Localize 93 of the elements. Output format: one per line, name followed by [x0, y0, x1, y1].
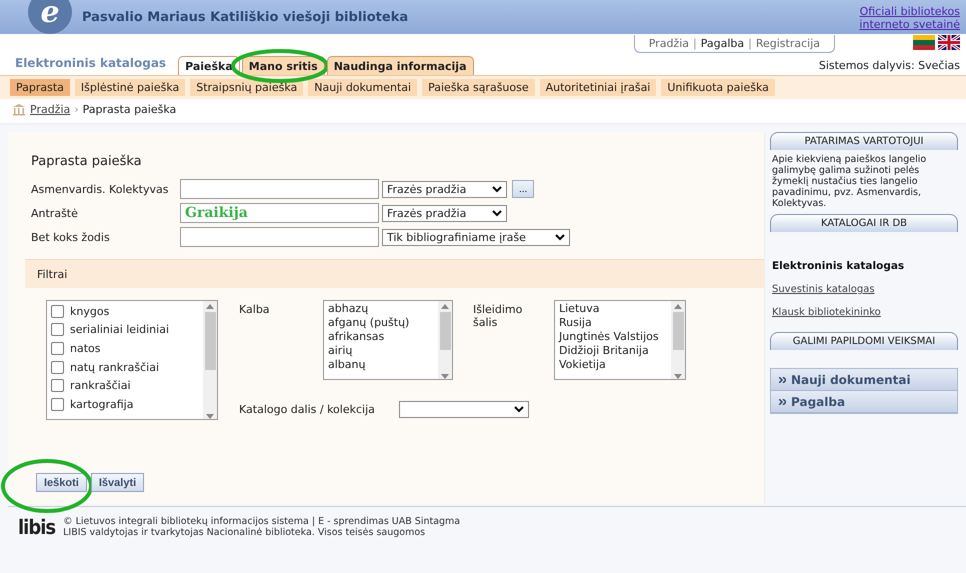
list-option[interactable]: Didžioji Britanija — [559, 344, 667, 358]
form-button[interactable]: Ieškoti — [36, 473, 87, 492]
form-button[interactable]: Išvalyti — [90, 473, 144, 492]
top-link[interactable]: Pagalba — [700, 37, 744, 50]
chevron-down-icon — [492, 210, 502, 216]
country-list[interactable]: Lietuva Rusija Jungtinės Valstijos Didžioji Britanija Vokietija — [554, 300, 686, 380]
checkbox-label: kartografija — [70, 398, 134, 411]
document-type-list[interactable]: knygos serialiniai leidiniai natos natų rankraščiai rankraščiai kartografija — [46, 300, 218, 420]
sidebar-heading: GALIMI PAPILDOMI VEIKSMAI — [770, 332, 958, 350]
scrollbar[interactable] — [671, 301, 685, 379]
mode-select[interactable]: Tik bibliografiniame įraše — [382, 228, 570, 246]
list-option[interactable]: albanų — [328, 358, 434, 372]
user-status: Sistemos dalyvis: Svečias — [818, 59, 960, 72]
footer-text: © Lietuvos integrali bibliotekų informacijos sistema | E - sprendimas UAB Sintagma — [63, 516, 460, 527]
subtab[interactable]: Išplėstinė paieška — [74, 79, 186, 96]
filter-label: Kalba — [239, 302, 271, 318]
list-option[interactable]: abhazų — [328, 302, 434, 316]
scroll-up-icon — [206, 304, 214, 309]
subtab[interactable]: Nauji dokumentai — [308, 79, 418, 96]
sidebar-heading: KATALOGAI IR DB — [770, 214, 958, 232]
filter-label: Katalogo dalis / kolekcija — [239, 403, 376, 416]
text-field[interactable] — [180, 227, 379, 247]
double-chevron-icon — [779, 376, 786, 382]
subtab[interactable]: Paieška sąrašuose — [422, 79, 535, 96]
tip-text: Apie kiekvieną paieškos langelio galimybę galima sužinoti pelės žymeklį nustačius ties langelio pavadinimu, pvz. Asmenvardis, Kolektyvas. — [771, 153, 928, 211]
checkbox[interactable] — [51, 323, 64, 336]
link-separator: | — [748, 37, 752, 50]
tab[interactable]: Naudinga informacija — [326, 56, 474, 75]
field-label: Bet koks žodis — [31, 230, 111, 244]
checkbox-label: knygos — [70, 304, 110, 318]
catalog-title: Elektroninis katalogas — [15, 56, 166, 70]
form-heading: Paprasta paieška — [31, 154, 143, 169]
top-link[interactable]: Pradžia — [648, 37, 689, 50]
language-list[interactable]: abhazų afganų (puštų) afrikansas airių albanų — [323, 300, 453, 380]
double-chevron-icon — [779, 398, 786, 404]
scrollbar[interactable] — [203, 301, 217, 419]
scrollbar[interactable] — [438, 301, 452, 379]
mode-select[interactable]: Frazės pradžia — [382, 180, 507, 198]
link-separator: | — [693, 37, 697, 50]
checkbox-label: natų rankraščiai — [70, 360, 159, 374]
list-option[interactable]: Lietuva — [559, 302, 667, 316]
checkbox-label: serialiniai leidiniai — [70, 323, 169, 336]
official-site-link[interactable]: Oficiali bibliotekos interneto svetainė — [859, 5, 960, 31]
logo: e — [28, 0, 72, 34]
action-button[interactable]: Pagalba — [771, 391, 957, 413]
mode-select[interactable]: Frazės pradžia — [382, 204, 507, 222]
field-label: Asmenvardis. Kolektyvas — [31, 182, 170, 196]
list-option[interactable]: Jungtinės Valstijos — [559, 330, 667, 344]
breadcrumb-link[interactable]: Pradžia — [30, 102, 70, 116]
subtab[interactable]: Autoritetiniai įrašai — [540, 79, 656, 96]
text-field[interactable] — [180, 179, 379, 199]
lithuanian-flag-icon — [913, 35, 935, 50]
footer-text: LIBIS valdytojas ir tvarkytojas Nacionalinė biblioteka. Visos teisės saugomos — [63, 527, 426, 538]
checkbox[interactable] — [51, 398, 64, 411]
catalog-link[interactable]: Elektroninis katalogas — [772, 260, 956, 272]
checkbox[interactable] — [51, 342, 64, 355]
subtab[interactable]: Paprasta — [10, 79, 70, 96]
chevron-down-icon — [514, 406, 524, 413]
checkbox-label: natos — [70, 342, 100, 355]
breadcrumb-separator: › — [74, 102, 79, 116]
site-title: Pasvalio Mariaus Katiliškio viešoji biblioteka — [82, 10, 410, 24]
top-link[interactable]: Registracija — [756, 37, 820, 50]
sidebar-heading: PATARIMAS VARTOTOJUI — [770, 132, 958, 150]
checkbox[interactable] — [51, 360, 64, 374]
checkbox[interactable] — [51, 304, 64, 318]
subtab[interactable]: Straipsnių paieška — [190, 79, 304, 96]
checkbox[interactable] — [51, 379, 64, 392]
list-option[interactable]: Vokietija — [559, 358, 667, 372]
chevron-down-icon — [492, 186, 502, 192]
breadcrumb-current: Paprasta paieška — [82, 102, 176, 116]
chevron-down-icon — [555, 234, 565, 240]
list-option[interactable]: airių — [328, 344, 434, 358]
field-label: Antraštė — [31, 206, 79, 220]
filters-bar: Filtrai — [25, 259, 764, 288]
filter-label: Išleidimo šalis — [473, 302, 524, 331]
collection-select[interactable] — [399, 401, 529, 418]
checkbox-label: rankraščiai — [70, 379, 130, 392]
libis-logo: libis — [18, 515, 56, 539]
action-button[interactable]: Nauji dokumentai — [771, 369, 957, 391]
catalog-link[interactable]: Suvestinis katalogas — [772, 284, 956, 295]
browse-button[interactable]: ... — [512, 180, 534, 198]
scroll-up-icon — [674, 304, 682, 309]
list-option[interactable]: afganų (puštų) — [328, 316, 434, 330]
scroll-down-icon — [441, 374, 449, 379]
list-option[interactable]: afrikansas — [328, 330, 434, 344]
scroll-up-icon — [441, 304, 449, 309]
scroll-down-icon — [674, 374, 682, 379]
scroll-down-icon — [206, 414, 214, 419]
list-option[interactable]: Rusija — [559, 316, 667, 330]
subtab[interactable]: Unifikuota paieška — [661, 79, 775, 96]
tab[interactable]: Mano sritis — [242, 56, 325, 75]
building-icon — [12, 102, 26, 116]
catalog-link[interactable]: Klausk bibliotekininko — [772, 307, 956, 318]
